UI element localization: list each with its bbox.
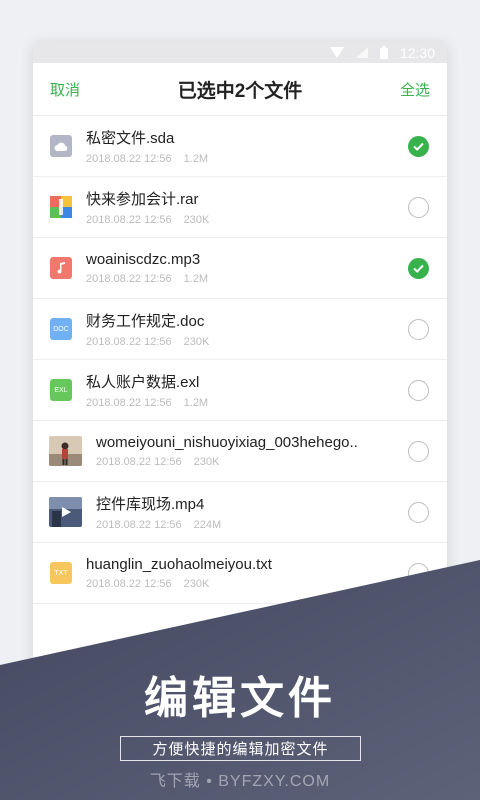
wifi-icon <box>329 47 344 58</box>
unselected-circle-icon[interactable] <box>408 502 429 523</box>
file-name: 财务工作规定.doc <box>86 313 205 330</box>
file-date: 2018.08.22 12:56 <box>86 336 172 348</box>
file-size: 230K <box>183 578 210 590</box>
file-name: 快来参加会计.rar <box>86 191 199 208</box>
file-name: woainiscdzc.mp3 <box>86 251 201 268</box>
file-date: 2018.08.22 12:56 <box>86 397 172 409</box>
file-name: 控件库现场.mp4 <box>96 496 205 513</box>
unselected-circle-icon[interactable] <box>408 563 429 584</box>
battery-icon <box>379 46 388 59</box>
file-row[interactable]: TXT huanglin_zuohaolmeiyou.txt 2018.08.2… <box>33 543 447 604</box>
file-name: womeiyouni_nishuoyixiag_003hehego.. <box>96 434 358 451</box>
file-date: 2018.08.22 12:56 <box>86 153 172 165</box>
file-row[interactable]: DOC 财务工作规定.doc 2018.08.22 12:56 230K <box>33 299 447 360</box>
signal-icon <box>355 47 368 58</box>
doc-file-icon: DOC <box>50 318 72 340</box>
file-row[interactable]: 快来参加会计.rar 2018.08.22 12:56 230K <box>33 177 447 238</box>
file-list: 私密文件.sda 2018.08.22 12:56 1.2M 快来参加会计.rar <box>33 116 447 604</box>
cancel-button[interactable]: 取消 <box>50 79 80 100</box>
file-row[interactable]: EXL 私人账户数据.exl 2018.08.22 12:56 1.2M <box>33 360 447 421</box>
file-size: 230K <box>183 336 210 348</box>
file-date: 2018.08.22 12:56 <box>96 456 182 468</box>
unselected-circle-icon[interactable] <box>408 380 429 401</box>
file-size: 1.2M <box>183 153 209 165</box>
selection-title: 已选中2个文件 <box>177 80 303 102</box>
file-row[interactable]: 控件库现场.mp4 2018.08.22 12:56 224M <box>33 482 447 543</box>
file-date: 2018.08.22 12:56 <box>86 578 172 590</box>
promo-title: 编辑文件 <box>144 673 336 724</box>
cloud-file-icon <box>50 135 72 157</box>
selected-check-icon[interactable] <box>408 136 429 157</box>
file-row[interactable]: womeiyouni_nishuoyixiag_003hehego.. 2018… <box>33 421 447 482</box>
file-size: 224M <box>193 519 222 531</box>
file-date: 2018.08.22 12:56 <box>86 273 172 285</box>
file-name: 私人账户数据.exl <box>86 374 200 391</box>
archive-file-icon <box>50 196 72 218</box>
brand-watermark: 飞下载 • BYFZXY.COM <box>149 773 331 790</box>
unselected-circle-icon[interactable] <box>408 197 429 218</box>
file-date: 2018.08.22 12:56 <box>96 519 182 531</box>
phone-screen: 12:30 取消 已选中2个文件 全选 私密文件.sda 2018.08.22 … <box>33 42 447 742</box>
status-time: 12:30 <box>399 44 435 61</box>
unselected-circle-icon[interactable] <box>408 319 429 340</box>
file-row[interactable]: 私密文件.sda 2018.08.22 12:56 1.2M <box>33 116 447 177</box>
file-size: 1.2M <box>183 273 209 285</box>
image-thumbnail <box>49 436 82 466</box>
music-file-icon <box>50 257 72 279</box>
file-size: 230K <box>193 456 220 468</box>
selected-check-icon[interactable] <box>408 258 429 279</box>
file-row[interactable]: woainiscdzc.mp3 2018.08.22 12:56 1.2M <box>33 238 447 299</box>
promo-subtitle: 方便快捷的编辑加密文件 <box>120 736 361 761</box>
status-bar: 12:30 <box>33 42 447 63</box>
video-thumbnail <box>49 497 82 527</box>
selection-toolbar: 取消 已选中2个文件 全选 <box>33 63 447 116</box>
file-size: 1.2M <box>183 397 209 409</box>
unselected-circle-icon[interactable] <box>408 441 429 462</box>
file-size: 230K <box>183 214 210 226</box>
excel-file-icon: EXL <box>50 379 72 401</box>
select-all-button[interactable]: 全选 <box>400 79 430 100</box>
file-date: 2018.08.22 12:56 <box>86 214 172 226</box>
file-name: huanglin_zuohaolmeiyou.txt <box>86 556 272 573</box>
file-name: 私密文件.sda <box>86 130 175 147</box>
txt-file-icon: TXT <box>50 562 72 584</box>
